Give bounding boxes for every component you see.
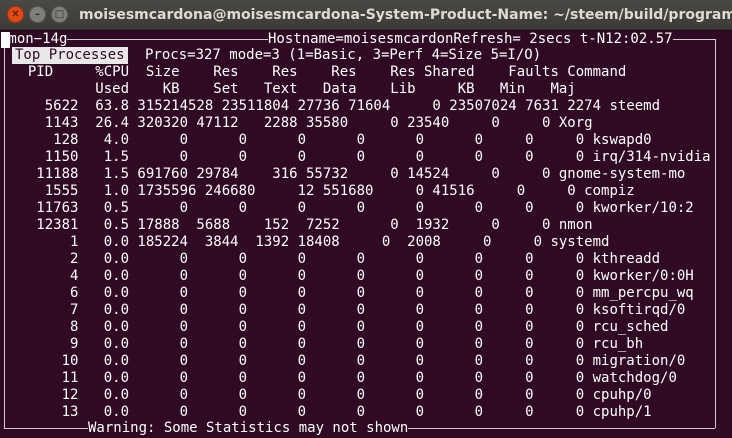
process-row: 11763 0.5 0 0 0 0 0 0 0 0 kworker/10:2	[11, 200, 694, 216]
terminal-cursor	[1, 32, 10, 48]
close-icon: ✕	[11, 9, 20, 20]
warning-message: Warning: Some Statistics may not shown	[88, 420, 409, 437]
hostname-refresh-info: Hostname=moisesmcardonRefresh= 2secs t-N…	[268, 31, 673, 48]
process-row: 7 0.0 0 0 0 0 0 0 0 0 ksoftirqd/0	[11, 302, 686, 318]
close-window-button[interactable]: ✕	[7, 6, 24, 23]
process-row: 1150 1.5 0 0 0 0 0 0 0 0 irq/314-nvidia	[11, 149, 711, 165]
process-row: 10 0.0 0 0 0 0 0 0 0 0 migration/0	[11, 353, 686, 369]
panel-border-left	[4, 39, 5, 428]
process-row: 2 0.0 0 0 0 0 0 0 0 0 kthreadd	[11, 251, 661, 267]
process-row: 8 0.0 0 0 0 0 0 0 0 0 rcu_sched	[11, 319, 669, 335]
process-row: 12 0.0 0 0 0 0 0 0 0 0 cpuhp/0	[11, 387, 652, 403]
process-row: 13 0.0 0 0 0 0 0 0 0 0 cpuhp/1	[11, 404, 652, 420]
terminal-window: ✕ – □ moisesmcardona@moisesmcardona-Syst…	[0, 0, 732, 438]
column-header-row-2: Used KB Set Text Data Lib KB Min Maj	[11, 81, 576, 97]
process-row: 9 0.0 0 0 0 0 0 0 0 0 rcu_bh	[11, 336, 644, 352]
process-row: 12381 0.5 17888 5688 152 7252 0 1932 0 0…	[11, 217, 593, 233]
column-header-row-1: PID %CPU Size Res Res Res Res Shared Fau…	[11, 64, 627, 80]
process-row: 1 0.0 185224 3844 1392 18408 0 2008 0 0 …	[11, 234, 610, 250]
process-row: 1555 1.0 1735596 246680 12 551680 0 4151…	[11, 183, 635, 199]
process-row: 1143 26.4 320320 47112 2288 35580 0 2354…	[11, 115, 593, 131]
title-bar[interactable]: ✕ – □ moisesmcardona@moisesmcardona-Syst…	[0, 0, 732, 30]
process-row: 128 4.0 0 0 0 0 0 0 0 0 kswapd0	[11, 132, 652, 148]
process-row: 4 0.0 0 0 0 0 0 0 0 0 kworker/0:0H	[11, 268, 694, 284]
maximize-icon: □	[54, 9, 65, 20]
minimize-window-button[interactable]: –	[29, 6, 46, 23]
terminal-content[interactable]: nmon−14g Hostname=moisesmcardonRefresh= …	[0, 31, 732, 438]
minimize-icon: –	[35, 9, 40, 20]
nmon-app-label: nmon−14g	[0, 31, 68, 48]
top-processes-label: Top Processes	[12, 47, 128, 64]
process-row: 5622 63.8 315214528 23511804 27736 71604…	[11, 98, 661, 114]
process-row: 6 0.0 0 0 0 0 0 0 0 0 mm_percpu_wq	[11, 285, 694, 301]
process-summary: Procs=327 mode=3 (1=Basic, 3=Perf 4=Size…	[145, 47, 542, 63]
process-row: 11188 1.5 691760 29784 316 55732 0 14524…	[11, 166, 686, 182]
maximize-window-button[interactable]: □	[51, 6, 68, 23]
panel-border-right	[715, 39, 716, 428]
process-row: 11 0.0 0 0 0 0 0 0 0 0 watchdog/0	[11, 370, 677, 386]
window-title: moisesmcardona@moisesmcardona-System-Pro…	[79, 7, 732, 23]
